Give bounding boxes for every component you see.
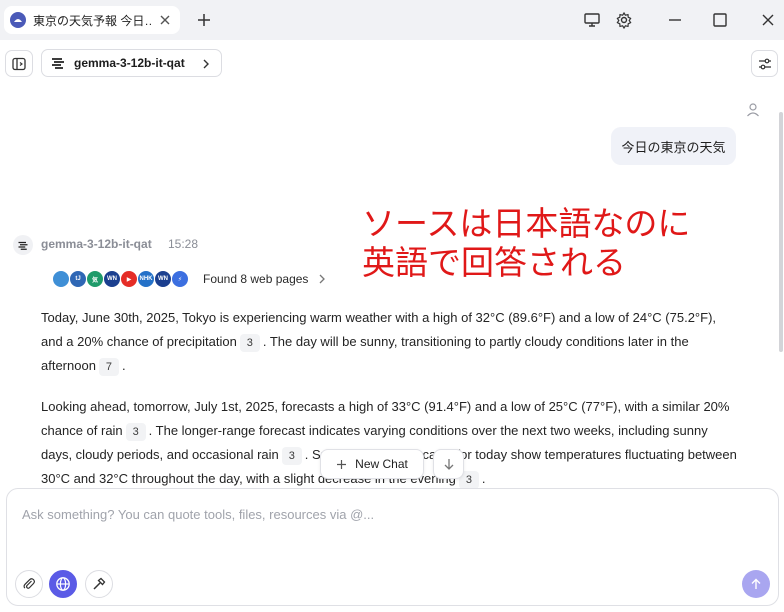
source-favicon-icon: ▶: [120, 270, 138, 288]
annotation-text: ソースは日本語なのに 英語で回答される: [362, 204, 742, 282]
source-favicon-icon: WN: [103, 270, 121, 288]
source-favicon-icon: NHK: [137, 270, 155, 288]
source-favicon-icon: tJ: [69, 270, 87, 288]
source-favicons: tJ 気 WN ▶ NHK WN ⚡: [52, 270, 189, 288]
arrow-up-icon: [751, 578, 761, 589]
web-search-toggle[interactable]: [49, 570, 77, 598]
chat-settings-button[interactable]: [751, 50, 778, 77]
maximize-icon[interactable]: [711, 11, 729, 29]
response-text: .: [121, 358, 126, 373]
sidebar-icon: [12, 57, 26, 70]
chevron-right-icon: [319, 274, 326, 284]
citation-badge[interactable]: 7: [98, 358, 119, 376]
sidebar-toggle-button[interactable]: [5, 50, 33, 77]
minimize-icon[interactable]: [666, 11, 684, 29]
tools-button[interactable]: [85, 570, 113, 598]
close-tab-icon[interactable]: [158, 13, 172, 27]
model-logo-icon: [18, 241, 28, 250]
title-bar: 東京の天気予報 今日…: [0, 0, 784, 40]
assistant-avatar: [13, 235, 33, 255]
monitor-icon[interactable]: [583, 11, 601, 29]
source-favicon-icon: 気: [86, 270, 104, 288]
chevron-right-icon: [203, 59, 209, 69]
message-composer: [6, 488, 779, 606]
model-name: gemma-3-12b-it-qat: [74, 56, 185, 70]
browser-tab[interactable]: 東京の天気予報 今日…: [4, 6, 180, 34]
arrow-down-icon: [444, 459, 453, 470]
scrollbar-thumb[interactable]: [779, 112, 783, 352]
source-favicon-icon: WN: [154, 270, 172, 288]
source-favicon-icon: ⚡: [171, 270, 189, 288]
source-favicon-icon: [52, 270, 70, 288]
assistant-name: gemma-3-12b-it-qat: [41, 237, 152, 251]
new-chat-label: New Chat: [355, 457, 408, 471]
response-text: .: [481, 471, 486, 486]
paperclip-icon: [23, 578, 36, 589]
model-selector[interactable]: gemma-3-12b-it-qat: [41, 49, 222, 77]
sliders-icon: [758, 58, 771, 69]
scroll-to-bottom-button[interactable]: [433, 449, 464, 479]
tab-title: 東京の天気予報 今日…: [33, 13, 151, 28]
response-paragraph: Today, June 30th, 2025, Tokyo is experie…: [41, 306, 741, 378]
attach-button[interactable]: [15, 570, 43, 598]
globe-icon: [56, 577, 70, 591]
citation-badge[interactable]: 3: [125, 423, 146, 441]
sources-label: Found 8 web pages: [203, 272, 309, 286]
model-logo-icon: [52, 58, 64, 69]
user-avatar-icon: [747, 103, 759, 117]
new-tab-icon[interactable]: [196, 12, 212, 28]
message-input[interactable]: [22, 507, 722, 522]
hammer-icon: [93, 577, 106, 590]
plus-icon: [337, 459, 347, 469]
web-sources[interactable]: tJ 気 WN ▶ NHK WN ⚡ Found 8 web pages: [52, 268, 326, 290]
citation-badge[interactable]: 3: [239, 334, 260, 352]
send-button[interactable]: [742, 570, 770, 598]
citation-badge[interactable]: 3: [281, 447, 302, 465]
annotation-line: ソースは日本語なのに: [362, 204, 691, 243]
annotation-line: 英語で回答される: [362, 243, 626, 282]
message-timestamp: 15:28: [168, 237, 199, 251]
gear-icon[interactable]: [615, 11, 633, 29]
app-logo-icon: [10, 12, 26, 28]
new-chat-button[interactable]: New Chat: [320, 449, 424, 479]
close-window-icon[interactable]: [759, 11, 777, 29]
user-message: 今日の東京の天気: [611, 127, 736, 165]
